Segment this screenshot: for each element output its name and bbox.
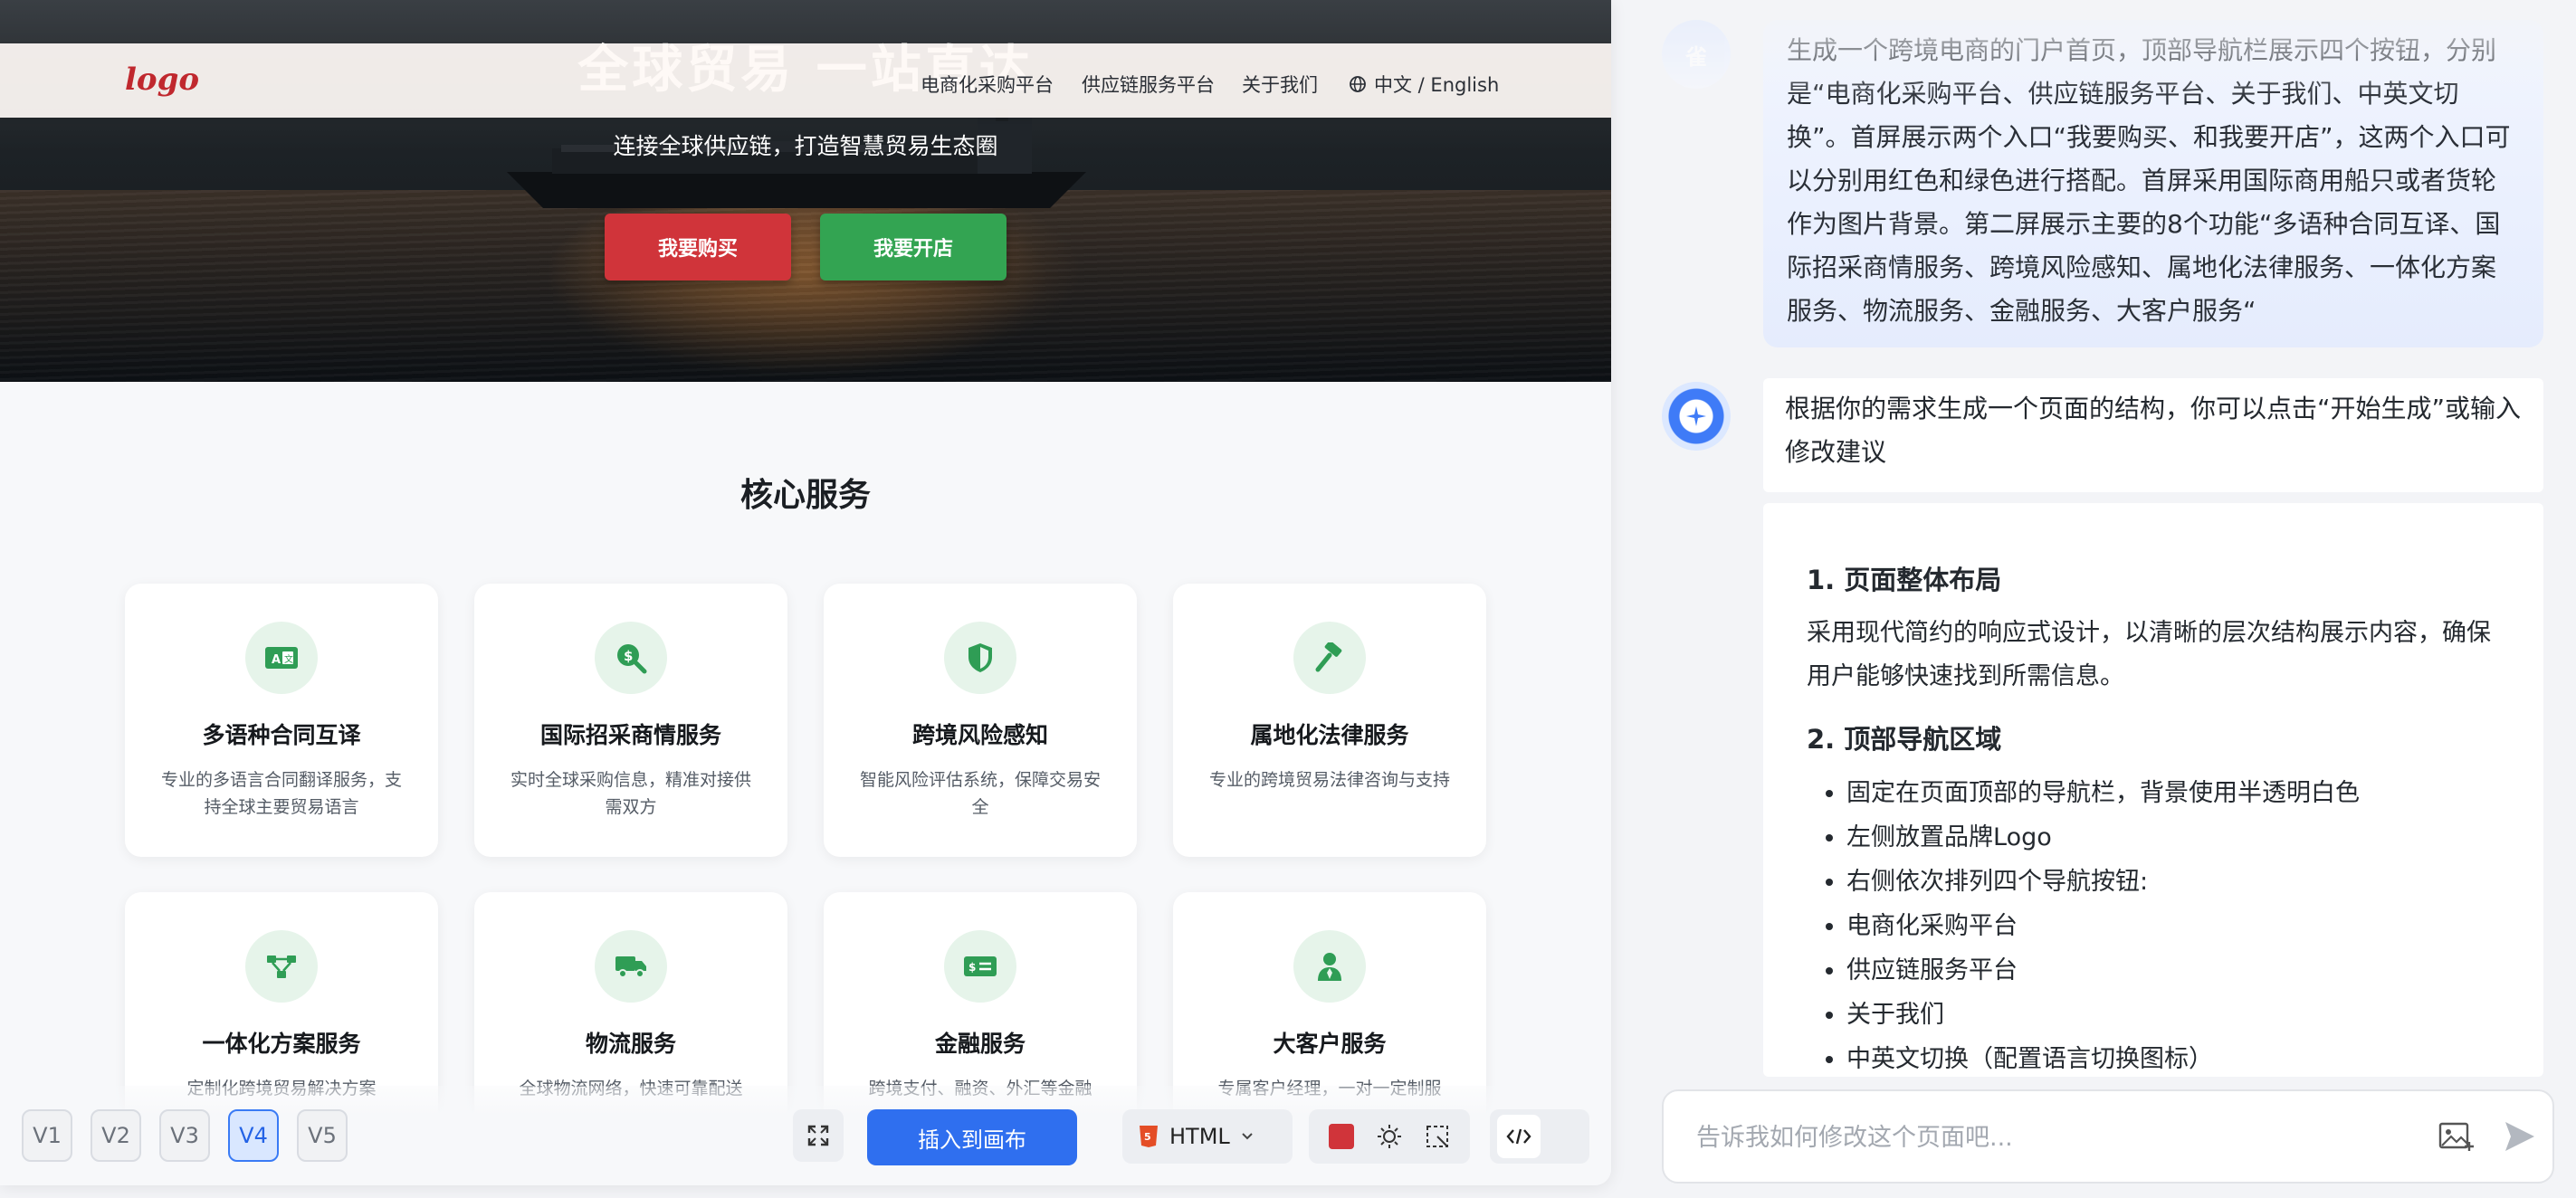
card-title: 一体化方案服务 [202, 1031, 361, 1057]
list-item: 关于我们 [1846, 993, 2500, 1037]
code-view-toggle[interactable] [1490, 1109, 1589, 1164]
code-icon[interactable] [1497, 1115, 1541, 1158]
version-tab-v5[interactable]: V5 [297, 1109, 348, 1162]
translate-icon: A文 [245, 622, 318, 694]
user-avatar: 雀 [1662, 20, 1731, 89]
html5-icon: 5 [1140, 1126, 1158, 1147]
list-item: 左侧放置品牌Logo [1846, 815, 2500, 860]
chat-panel: 雀 生成一个跨境电商的门户首页，顶部导航栏展示四个按钮，分别是“电商化采购平台、… [1629, 0, 2576, 1198]
svg-text:5: 5 [1144, 1131, 1151, 1143]
card-title: 国际招采商情服务 [539, 722, 721, 748]
section-title-core-services: 核心服务 [739, 477, 871, 514]
list-item: 固定在页面顶部的导航栏，背景使用半透明白色 [1846, 771, 2500, 815]
scroll-fade [1763, 0, 2543, 100]
color-swatch-button[interactable] [1329, 1124, 1354, 1149]
list-item: 中英文切换（配置语言切换图标） [1846, 1037, 2500, 1077]
nav-supply-chain-platform[interactable]: 供应链服务平台 [1082, 71, 1215, 98]
ai-message: 根据你的需求生成一个页面的结构，你可以点击“开始生成”或输入修改建议 [1763, 378, 2543, 492]
structure-document: 1. 页面整体布局 采用现代简约的响应式设计，以清晰的层次结构展示内容，确保用户… [1763, 503, 2543, 1077]
service-card[interactable]: A文 多语种合同互译 专业的多语言合同翻译服务，支持全球主要贸易语言 [125, 584, 438, 857]
card-title: 多语种合同互译 [202, 722, 361, 748]
service-card[interactable]: 属地化法律服务 专业的跨境贸易法律咨询与支持 [1173, 584, 1486, 857]
doc-bullet-list: 固定在页面顶部的导航栏，背景使用半透明白色 左侧放置品牌Logo 右侧依次排列四… [1807, 771, 2500, 1077]
card-description: 实时全球采购信息，精准对接供需双方 [510, 770, 752, 817]
card-title: 跨境风险感知 [911, 722, 1048, 748]
expand-icon [807, 1125, 829, 1146]
page-preview: 全球贸易 一站直达 连接全球供应链，打造智慧贸易生态圈 我要购买 我要开店 lo… [0, 0, 1611, 1185]
svg-text:A: A [272, 653, 281, 667]
card-title: 金融服务 [934, 1031, 1026, 1057]
nav-about-us[interactable]: 关于我们 [1242, 71, 1318, 98]
open-shop-button[interactable]: 我要开店 [820, 214, 1007, 280]
style-tools [1309, 1109, 1470, 1164]
format-select[interactable]: 5 HTML [1122, 1109, 1293, 1164]
version-tab-v4[interactable]: V4 [228, 1109, 279, 1162]
select-area-icon[interactable] [1425, 1124, 1450, 1149]
nav-procurement-platform[interactable]: 电商化采购平台 [921, 71, 1054, 98]
cargo-ship-image [507, 109, 1086, 208]
search-dollar-icon: $ [595, 622, 667, 694]
language-label: 中文 / English [1374, 74, 1500, 96]
version-tab-v1[interactable]: V1 [22, 1109, 72, 1162]
svg-text:$: $ [968, 961, 976, 974]
service-card[interactable]: 跨境风险感知 智能风险评估系统，保障交易安全 [824, 584, 1137, 857]
chat-input-box [1662, 1089, 2554, 1184]
service-card[interactable]: $ 国际招采商情服务 实时全球采购信息，精准对接供需双方 [474, 584, 787, 857]
svg-text:$: $ [624, 648, 633, 664]
globe-icon [1350, 76, 1366, 92]
image-upload-icon[interactable] [2438, 1120, 2475, 1153]
svg-text:文: 文 [284, 653, 293, 665]
top-navigation: logo 电商化采购平台 供应链服务平台 关于我们 中文 / English [0, 43, 1611, 118]
user-tie-icon [1293, 930, 1366, 1003]
nav-language-switch[interactable]: 中文 / English [1349, 71, 1499, 98]
doc-paragraph: 采用现代简约的响应式设计，以清晰的层次结构展示内容，确保用户能够快速找到所需信息… [1807, 619, 2491, 690]
card-description: 专业的跨境贸易法律咨询与支持 [1209, 770, 1451, 790]
doc-heading: 1. 页面整体布局 [1807, 565, 2002, 595]
ai-avatar [1662, 382, 1731, 451]
card-title: 属地化法律服务 [1250, 722, 1409, 748]
brand-logo[interactable]: logo [125, 62, 199, 98]
hero-subtitle: 连接全球供应链，打造智慧贸易生态圈 [613, 133, 998, 159]
card-title: 物流服务 [585, 1031, 676, 1057]
format-label: HTML [1169, 1124, 1230, 1149]
version-tab-v2[interactable]: V2 [91, 1109, 141, 1162]
list-item: 右侧依次排列四个导航按钮: [1846, 860, 2500, 904]
fullscreen-button[interactable] [793, 1109, 844, 1162]
brightness-icon[interactable] [1376, 1123, 1403, 1150]
network-icon [245, 930, 318, 1003]
buy-button[interactable]: 我要购买 [605, 214, 791, 280]
insert-to-canvas-button[interactable]: 插入到画布 [867, 1109, 1077, 1165]
version-tab-v3[interactable]: V3 [159, 1109, 210, 1162]
send-icon[interactable] [2502, 1118, 2538, 1155]
chat-input[interactable] [1694, 1115, 2386, 1160]
doc-heading: 2. 顶部导航区域 [1807, 724, 2002, 755]
card-description: 智能风险评估系统，保障交易安全 [860, 770, 1102, 817]
card-description: 专业的多语言合同翻译服务，支持全球主要贸易语言 [161, 770, 403, 817]
shield-icon [944, 622, 1016, 694]
list-item: 电商化采购平台 [1846, 904, 2500, 948]
sea-background [0, 190, 1611, 382]
chevron-down-icon [1242, 1133, 1253, 1140]
truck-icon [595, 930, 667, 1003]
sparkle-icon [1686, 406, 1706, 426]
list-item: 供应链服务平台 [1846, 948, 2500, 993]
card-title: 大客户服务 [1273, 1031, 1387, 1057]
gavel-icon [1293, 622, 1366, 694]
money-icon: $ [944, 930, 1016, 1003]
